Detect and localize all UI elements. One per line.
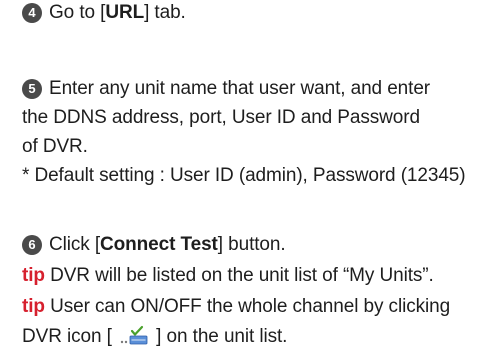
connect-test-label: Connect Test xyxy=(100,234,218,255)
url-tab-label: URL xyxy=(105,2,145,23)
tip-2-line-2: DVR icon [ ] on the unit list. xyxy=(22,325,287,351)
step-5-line-2: the DDNS address, port, User ID and Pass… xyxy=(22,107,420,128)
step-5-line-1: 5 Enter any unit name that user want, and… xyxy=(22,78,430,100)
step-5-text-line-1: Enter any unit name that user want, and … xyxy=(49,78,431,99)
step-4-text-pre: Go to [ xyxy=(49,2,106,23)
step-5-line-3: of DVR. xyxy=(22,136,88,157)
step-number-badge: 5 xyxy=(22,79,42,99)
tip-2-text-post: ] on the unit list. xyxy=(151,326,288,347)
default-setting-note: * Default setting : User ID (admin), Pas… xyxy=(22,165,466,186)
tip-1: tip DVR will be listed on the unit list … xyxy=(22,265,434,287)
step-6-text-pre: Click [ xyxy=(49,234,101,255)
tip-2-text-pre: DVR icon [ xyxy=(22,326,117,347)
step-4-text-post: ] tab. xyxy=(144,2,186,23)
tip-1-text: DVR will be listed on the unit list of “… xyxy=(44,265,434,286)
step-number-badge: 4 xyxy=(22,3,42,23)
step-4: 4 Go to [URL] tab. xyxy=(22,2,186,24)
step-6-text-post: ] button. xyxy=(217,234,286,255)
tip-2-line-1: tip User can ON/OFF the whole channel by… xyxy=(22,296,450,318)
dvr-icon xyxy=(119,325,149,351)
step-6: 6 Click [Connect Test] button. xyxy=(22,234,286,256)
tip-2-text-line-1: User can ON/OFF the whole channel by cli… xyxy=(44,296,451,317)
tip-label: tip xyxy=(22,296,45,317)
step-number-badge: 6 xyxy=(22,235,42,255)
tip-label: tip xyxy=(22,265,45,286)
